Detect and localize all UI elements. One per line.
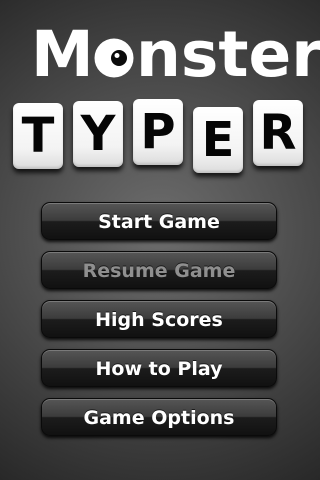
game-logo-monster: M nster — [0, 16, 320, 94]
logo-tile-t: T — [13, 103, 63, 169]
game-options-button[interactable]: Game Options — [41, 398, 277, 436]
logo-letter-m: M — [31, 18, 94, 91]
game-logo-typer: T Y P E R — [13, 95, 309, 179]
logo-tile-p: P — [133, 99, 183, 165]
logo-word-art: M nster — [31, 18, 320, 91]
main-menu: Start Game Resume Game High Scores How t… — [41, 202, 279, 447]
logo-tile-e: E — [193, 107, 243, 173]
logo-tile-r: R — [253, 100, 303, 166]
main-menu-screen: M nster T Y P E R Start Game Resume Game… — [0, 0, 320, 480]
high-scores-button[interactable]: High Scores — [41, 300, 277, 338]
start-game-button[interactable]: Start Game — [41, 202, 277, 240]
monster-eye-icon — [94, 38, 134, 78]
resume-game-button: Resume Game — [41, 251, 277, 289]
logo-tile-y: Y — [73, 101, 123, 167]
logo-letters-nster: nster — [136, 18, 320, 91]
how-to-play-button[interactable]: How to Play — [41, 349, 277, 387]
